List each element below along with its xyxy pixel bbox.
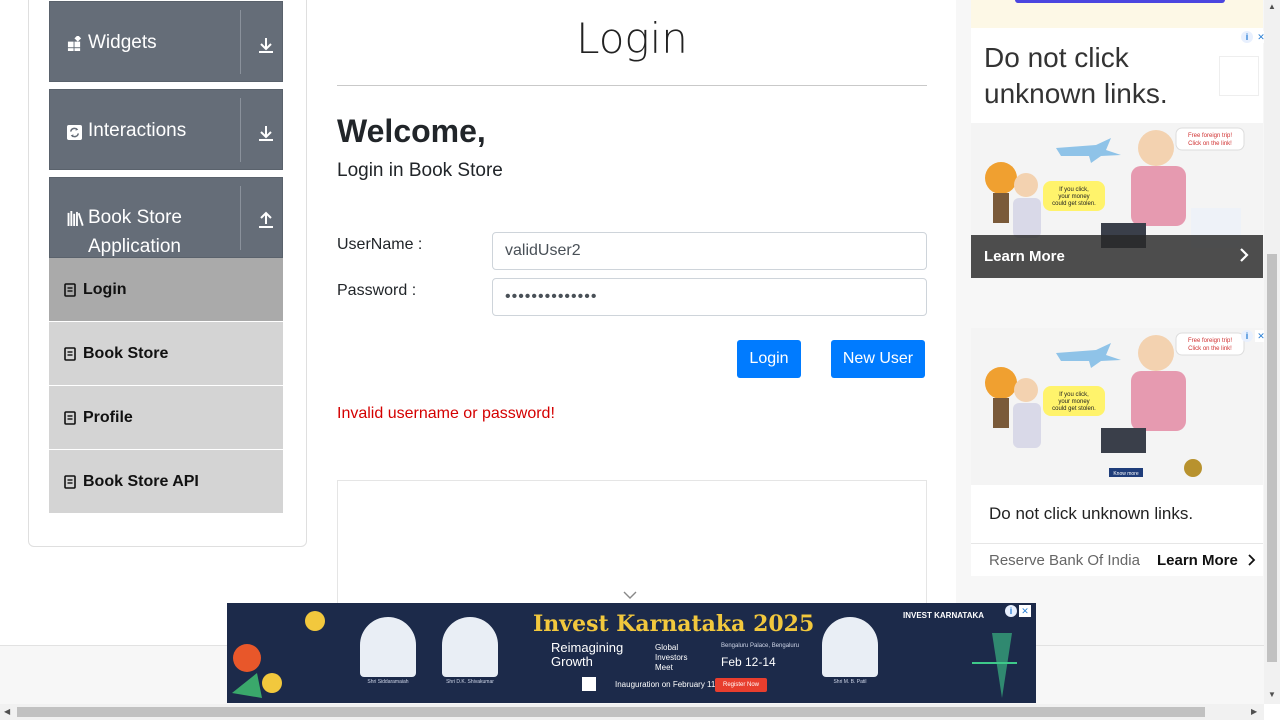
learn-more-label: Learn More <box>1157 552 1238 569</box>
divider <box>240 10 241 74</box>
bubble-text: your money <box>1058 194 1089 200</box>
ad-headline: Do not click unknown links. <box>984 42 1168 109</box>
password-input[interactable] <box>492 278 927 316</box>
chevron-right-icon <box>1240 248 1249 262</box>
sidebar-group-label: Widgets <box>88 32 157 53</box>
book-icon <box>64 282 76 297</box>
chevron-down-icon[interactable] <box>622 590 638 600</box>
scroll-right-arrow-icon[interactable]: ▶ <box>1251 707 1257 716</box>
book-icon <box>64 410 76 425</box>
info-icon[interactable]: i <box>1005 605 1017 617</box>
person-photo <box>442 617 498 677</box>
group-label-line1: Book Store <box>88 207 182 228</box>
banner-subtitle: Reimagining Growth <box>551 640 624 669</box>
upload-arrow-icon <box>259 211 273 228</box>
vertical-scroll-thumb[interactable] <box>1267 254 1277 662</box>
rbi-logo-icon <box>1219 56 1259 96</box>
bubble-text: Free foreign trip! <box>1188 133 1232 139</box>
know-more-text: Know more <box>1113 471 1139 477</box>
person-name: Shri M. B. Patil <box>833 679 867 685</box>
bottom-banner-ad[interactable]: Shri Siddaramaiah Shri D.K. Shivakumar S… <box>227 603 1036 703</box>
ad-illustration: Free foreign trip! Click on the link! If… <box>971 328 1263 485</box>
invest-karnataka-logo: INVEST KARNATAKA <box>903 611 985 620</box>
learn-more-button[interactable]: Learn More <box>971 235 1263 278</box>
group-label-line2: Application <box>88 236 181 257</box>
sidebar-item-label: Profile <box>83 408 133 426</box>
book-icon <box>64 474 76 489</box>
widgets-icon <box>67 36 82 51</box>
sidebar-item-profile[interactable]: Profile <box>49 386 283 450</box>
bubble-text: could get stolen. <box>1052 201 1096 207</box>
horizontal-scroll-thumb[interactable] <box>17 707 1205 717</box>
bubble-text: Click on the link! <box>1188 141 1232 147</box>
person-photo <box>822 617 878 677</box>
ad-headline: Do not click unknown links. <box>989 504 1194 523</box>
books-icon <box>67 211 84 226</box>
info-icon[interactable]: i <box>1241 31 1253 43</box>
bubble-text: If you click, <box>1059 392 1089 398</box>
page-title: Login <box>576 14 688 63</box>
banner-title: Invest Karnataka 2025 <box>533 611 815 637</box>
book-icon <box>64 346 76 361</box>
chevron-right-icon <box>1248 554 1256 566</box>
sidebar-group-widgets[interactable]: Widgets <box>49 1 283 82</box>
welcome-heading: Welcome, <box>337 113 486 149</box>
interactions-icon <box>67 125 82 140</box>
sidebar-item-label: Login <box>83 280 127 298</box>
learn-more-label: Learn More <box>984 248 1065 265</box>
person-photo <box>360 617 416 677</box>
divider <box>240 98 241 162</box>
download-arrow-icon <box>259 38 273 53</box>
username-input[interactable] <box>492 232 927 270</box>
divider <box>971 543 1263 544</box>
ad-illustration-art: Free foreign trip! Click on the link! If… <box>971 328 1263 485</box>
ad-info-controls[interactable]: i ✕ <box>1005 605 1031 619</box>
login-subheading: Login in Book Store <box>337 160 503 181</box>
ad-right-bottom[interactable]: Free foreign trip! Click on the link! If… <box>971 328 1263 576</box>
title-divider <box>337 85 927 86</box>
sidebar-item-label: Book Store <box>83 344 169 362</box>
learn-more-link[interactable]: Learn More <box>1157 552 1256 569</box>
ad-top-strip <box>971 0 1263 28</box>
bubble-text: Free foreign trip! <box>1188 338 1232 344</box>
person-name: Shri Siddaramaiah <box>367 679 409 685</box>
bubble-text: your money <box>1058 399 1089 405</box>
new-user-button[interactable]: New User <box>831 340 925 378</box>
page: Widgets Interactions Book Store Applicati… <box>0 0 1280 720</box>
banner-inauguration: Inauguration on February 11 <box>615 680 716 689</box>
scroll-left-arrow-icon[interactable]: ◀ <box>4 707 10 716</box>
scroll-up-arrow-icon[interactable]: ▲ <box>1268 2 1276 11</box>
bubble-text: If you click, <box>1059 187 1089 193</box>
login-button[interactable]: Login <box>737 340 801 378</box>
download-arrow-icon <box>259 126 273 141</box>
sidebar-group-label: Interactions <box>88 120 187 141</box>
sidebar-group-label: Book Store Application <box>88 203 238 261</box>
person-name: Shri D.K. Shivakumar <box>446 679 494 685</box>
banner-dates: Feb 12-14 <box>721 655 776 669</box>
ad-top-bar <box>1015 0 1225 3</box>
advertiser-name: Reserve Bank Of India <box>989 552 1140 569</box>
ad-right-top[interactable]: Do not click unknown links. Free foreign… <box>971 28 1263 278</box>
bubble-text: Click on the link! <box>1188 346 1232 352</box>
banner-meet: Global Investors Meet <box>655 643 688 672</box>
info-icon[interactable]: i <box>1241 330 1253 342</box>
sidebar-item-book-store-api[interactable]: Book Store API <box>49 450 283 514</box>
sidebar-item-label: Book Store API <box>83 472 199 490</box>
error-message: Invalid username or password! <box>337 405 555 422</box>
sidebar-item-login[interactable]: Login <box>49 258 283 322</box>
sidebar-item-book-store[interactable]: Book Store <box>49 322 283 386</box>
banner-venue: Bengaluru Palace, Bengaluru <box>721 643 800 649</box>
sidebar-group-interactions[interactable]: Interactions <box>49 89 283 170</box>
bubble-text: could get stolen. <box>1052 406 1096 412</box>
scroll-down-arrow-icon[interactable]: ▼ <box>1268 690 1276 699</box>
password-label: Password : <box>337 282 417 299</box>
username-label: UserName : <box>337 236 423 253</box>
close-icon[interactable]: ✕ <box>1019 605 1031 617</box>
register-now-button[interactable]: Register Now <box>715 678 767 692</box>
divider <box>240 186 241 250</box>
sidebar-group-book-store-application[interactable]: Book Store Application <box>49 177 283 258</box>
